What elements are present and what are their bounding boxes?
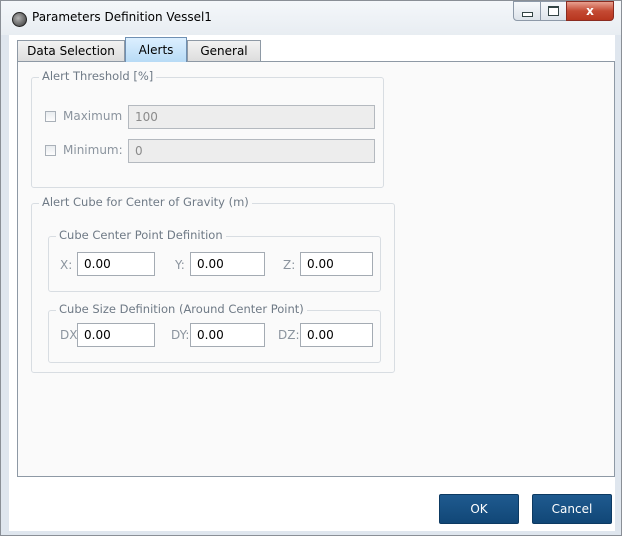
minimize-button[interactable] (513, 1, 541, 21)
tab-general[interactable]: General (187, 40, 261, 62)
cube-center-legend: Cube Center Point Definition (56, 228, 226, 242)
alert-threshold-legend: Alert Threshold [%] (39, 69, 157, 83)
minimum-checkbox[interactable] (45, 145, 56, 156)
dz-label: DZ: (278, 328, 300, 342)
y-input[interactable] (190, 252, 265, 276)
tab-data-selection[interactable]: Data Selection (17, 40, 125, 62)
dy-label: DY: (171, 328, 190, 342)
cancel-button[interactable]: Cancel (532, 494, 612, 524)
y-label: Y: (175, 258, 185, 272)
minimum-label: Minimum: (63, 143, 123, 157)
x-input[interactable] (77, 252, 155, 276)
z-label: Z: (283, 258, 296, 272)
window-title: Parameters Definition Vessel1 (32, 10, 212, 24)
alert-cube-group: Alert Cube for Center of Gravity (m) Cub… (31, 195, 395, 373)
title-bar[interactable]: Parameters Definition Vessel1 x (1, 1, 621, 35)
maximize-button[interactable] (540, 1, 567, 21)
maximum-checkbox[interactable] (45, 111, 56, 122)
maximize-icon (548, 6, 559, 16)
app-icon (12, 12, 27, 27)
dialog-window: Parameters Definition Vessel1 x Data Sel… (0, 0, 622, 536)
cube-size-group: Cube Size Definition (Around Center Poin… (48, 302, 381, 363)
dy-input[interactable] (190, 323, 265, 347)
cube-size-legend: Cube Size Definition (Around Center Poin… (56, 302, 307, 316)
maximum-label: Maximum (63, 109, 123, 123)
close-icon: x (586, 4, 594, 18)
minimum-input[interactable] (128, 139, 375, 163)
ok-button[interactable]: OK (439, 494, 519, 524)
z-input[interactable] (300, 252, 373, 276)
alert-cube-legend: Alert Cube for Center of Gravity (m) (39, 195, 252, 209)
tab-alerts[interactable]: Alerts (125, 37, 187, 62)
maximum-input[interactable] (128, 105, 375, 129)
alerts-tab-panel: Alert Threshold [%] Maximum Minimum: Ale… (17, 61, 615, 477)
cube-center-group: Cube Center Point Definition X: Y: Z: (48, 228, 381, 292)
dialog-content: Data Selection Alerts General Alert Thre… (9, 35, 615, 531)
alert-threshold-group: Alert Threshold [%] Maximum Minimum: (31, 69, 384, 188)
close-button[interactable]: x (566, 1, 614, 21)
x-label: X: (60, 258, 73, 272)
minimize-icon (521, 11, 533, 17)
dz-input[interactable] (300, 323, 373, 347)
dx-input[interactable] (77, 323, 155, 347)
